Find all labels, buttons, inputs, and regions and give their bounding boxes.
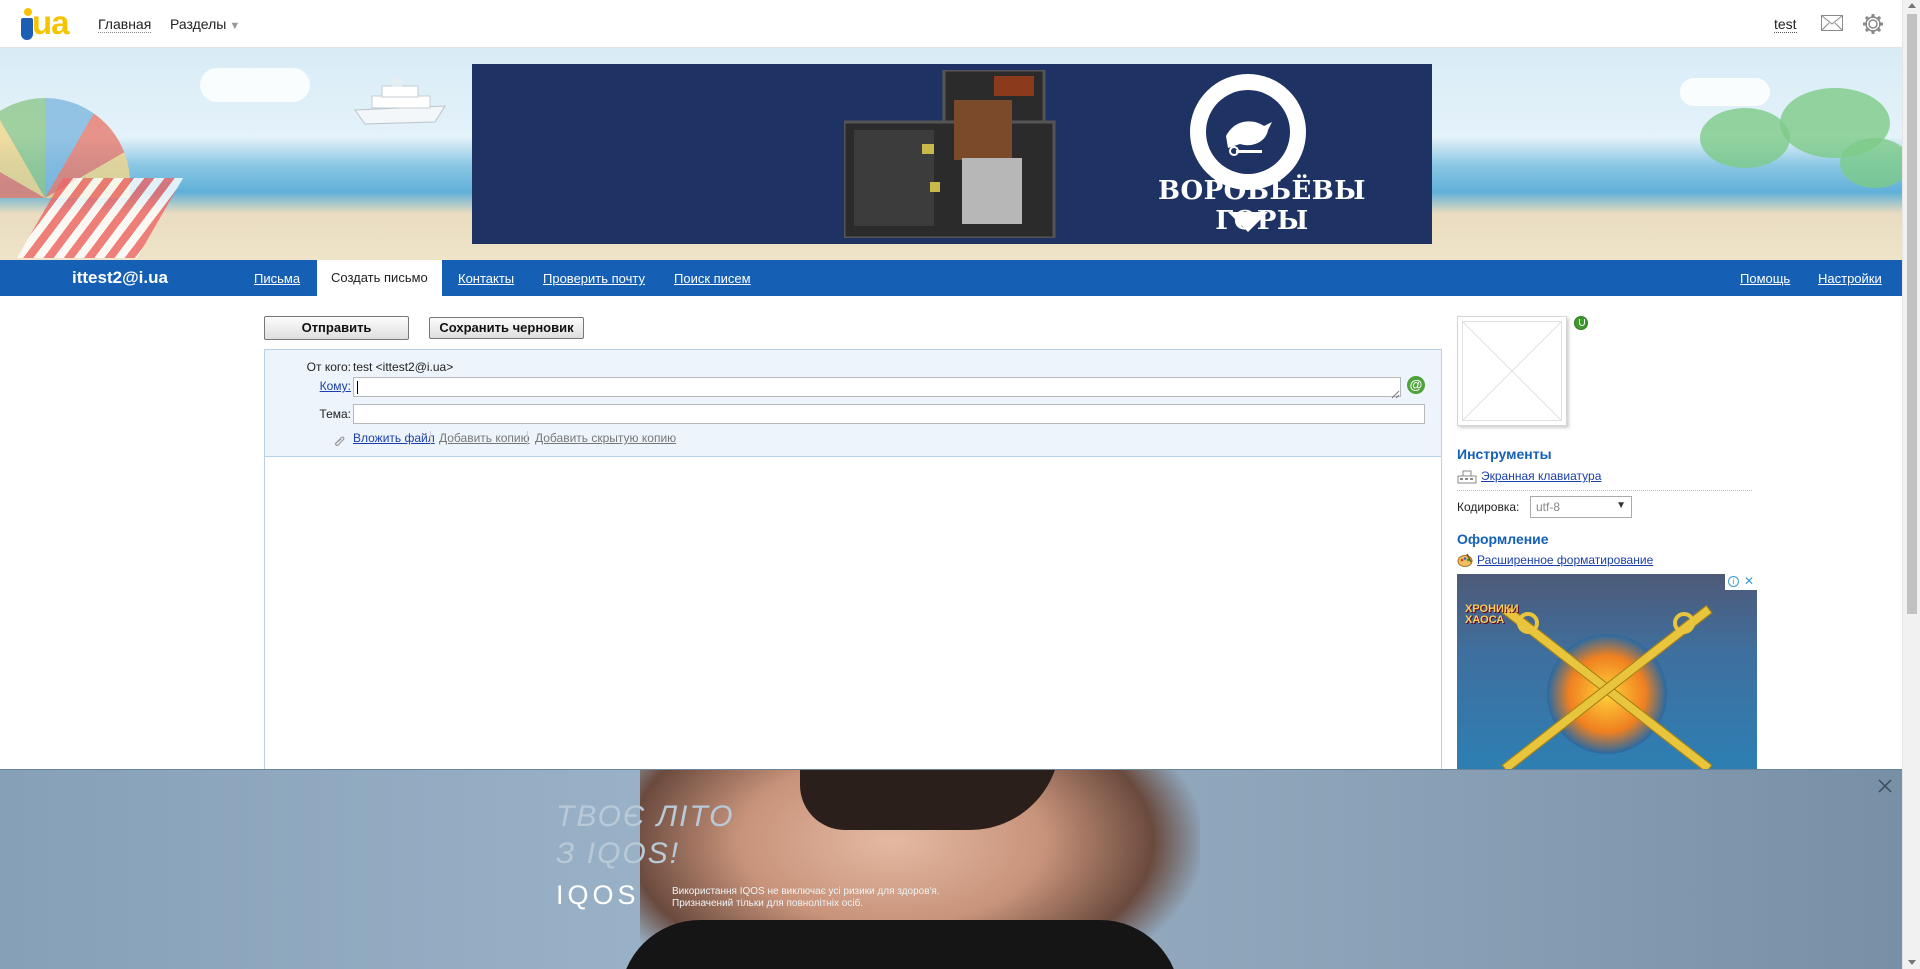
save-draft-button[interactable]: Сохранить черновик	[429, 317, 584, 339]
ad-artwork	[1517, 612, 1539, 634]
divider	[430, 431, 431, 445]
close-icon[interactable]: ✕	[1744, 574, 1754, 588]
promo-headline-1: ТВОЄ ЛІТО	[556, 800, 735, 833]
paint-palette-icon	[1457, 553, 1473, 572]
promo-disclaimer: Використання IQOS не виключає усі ризики…	[672, 886, 940, 909]
mail-icon[interactable]	[1821, 15, 1843, 36]
side-ad-label: ХРОНИКИ ХАОСА	[1465, 603, 1519, 626]
main-navigation: ittest2@i.ua Письма Создать письмо Конта…	[0, 260, 1902, 296]
sections-menu[interactable]: Разделы ▼	[170, 16, 240, 32]
from-label: От кого:	[306, 360, 351, 374]
encoding-value: utf-8	[1536, 500, 1561, 514]
palm-tree	[1700, 108, 1790, 168]
cloud	[1680, 78, 1770, 106]
rich-formatting-link[interactable]: Расширенное форматирование	[1477, 553, 1653, 567]
scroll-down-arrow-icon[interactable]	[1908, 960, 1916, 965]
cruise-ship	[350, 70, 450, 130]
ad-choices: i ✕	[1725, 574, 1757, 590]
chevron-down-icon: ▼	[1616, 500, 1626, 511]
text-cursor	[357, 381, 358, 394]
tab-compose[interactable]: Создать письмо	[317, 260, 442, 296]
tab-search-mail[interactable]: Поиск писем	[674, 271, 751, 286]
compose-header: От кого: test <ittest2@i.ua> Кому: @ Тем…	[265, 350, 1441, 457]
bottom-overlay-ad[interactable]: ТВОЄ ЛІТО З IQOS! IQOS Використання IQOS…	[0, 769, 1902, 969]
apartment-plan-image	[842, 68, 1066, 240]
keyboard-icon	[1457, 470, 1477, 489]
divider	[1457, 490, 1752, 491]
to-link[interactable]: Кому:	[281, 379, 351, 393]
online-status-icon[interactable]	[1574, 316, 1588, 330]
cloud	[200, 68, 310, 102]
tab-check-mail[interactable]: Проверить почту	[543, 271, 645, 286]
tab-letters[interactable]: Письма	[254, 271, 300, 286]
encoding-select[interactable]: utf-8 ▼	[1530, 496, 1632, 518]
ad-photo	[620, 920, 1180, 969]
gear-icon[interactable]	[1862, 13, 1884, 40]
on-screen-keyboard-link[interactable]: Экранная клавиатура	[1481, 469, 1601, 483]
ad-artwork	[1673, 612, 1695, 634]
chevron-down-icon: ▼	[229, 20, 241, 32]
scrollbar-thumb[interactable]	[1907, 14, 1917, 614]
attach-file-link[interactable]: Вложить файл	[353, 431, 435, 445]
help-link[interactable]: Помощь	[1740, 271, 1790, 286]
resize-handle-icon[interactable]	[1391, 386, 1400, 399]
home-link[interactable]: Главная	[98, 16, 152, 33]
avatar[interactable]	[1457, 316, 1567, 426]
promo-headline-2: З IQOS!	[556, 837, 681, 870]
settings-link[interactable]: Настройки	[1818, 271, 1882, 286]
address-book-icon[interactable]: @	[1407, 376, 1425, 394]
design-heading: Оформление	[1457, 531, 1549, 547]
palm-tree	[1840, 138, 1902, 188]
banner-ad[interactable]: ВОРОБЬЁВЫ ГОРЫ	[472, 64, 1432, 244]
logo-text: ua	[32, 4, 70, 41]
paperclip-icon	[333, 434, 347, 452]
top-bar: ua Главная Разделы ▼ test	[0, 0, 1902, 48]
add-bcc-link[interactable]: Добавить скрытую копию	[535, 431, 676, 445]
compose-form: От кого: test <ittest2@i.ua> Кому: @ Тем…	[264, 349, 1442, 809]
bird-icon	[1206, 90, 1290, 174]
encoding-label: Кодировка:	[1457, 500, 1520, 514]
to-input[interactable]	[353, 377, 1401, 397]
info-icon[interactable]: i	[1728, 576, 1739, 587]
site-logo[interactable]: ua	[18, 4, 76, 42]
scroll-up-arrow-icon[interactable]	[1908, 3, 1916, 8]
send-button[interactable]: Отправить	[264, 316, 409, 340]
promo-brand: IQOS	[556, 880, 640, 910]
tab-contacts[interactable]: Контакты	[458, 271, 514, 286]
from-value: test <ittest2@i.ua>	[353, 360, 454, 374]
divider	[527, 431, 528, 445]
beach-banner: ВОРОБЬЁВЫ ГОРЫ	[0, 48, 1902, 260]
sidebar-game-ad[interactable]: ХРОНИКИ ХАОСА i ✕	[1457, 574, 1757, 770]
account-email: ittest2@i.ua	[72, 268, 168, 287]
subject-input[interactable]	[353, 404, 1425, 424]
logo-pin	[1190, 74, 1306, 190]
tools-heading: Инструменты	[1457, 446, 1552, 462]
close-icon[interactable]	[1876, 777, 1894, 795]
vertical-scrollbar[interactable]	[1902, 0, 1920, 969]
logo-dot	[24, 8, 32, 16]
banner-ad-title: ВОРОБЬЁВЫ ГОРЫ	[1157, 176, 1367, 236]
add-cc-link[interactable]: Добавить копию	[439, 431, 530, 445]
sections-label: Разделы	[170, 16, 227, 32]
subject-label: Тема:	[319, 407, 351, 421]
user-menu[interactable]: test	[1774, 16, 1797, 33]
message-body-editor[interactable]	[265, 458, 1441, 808]
